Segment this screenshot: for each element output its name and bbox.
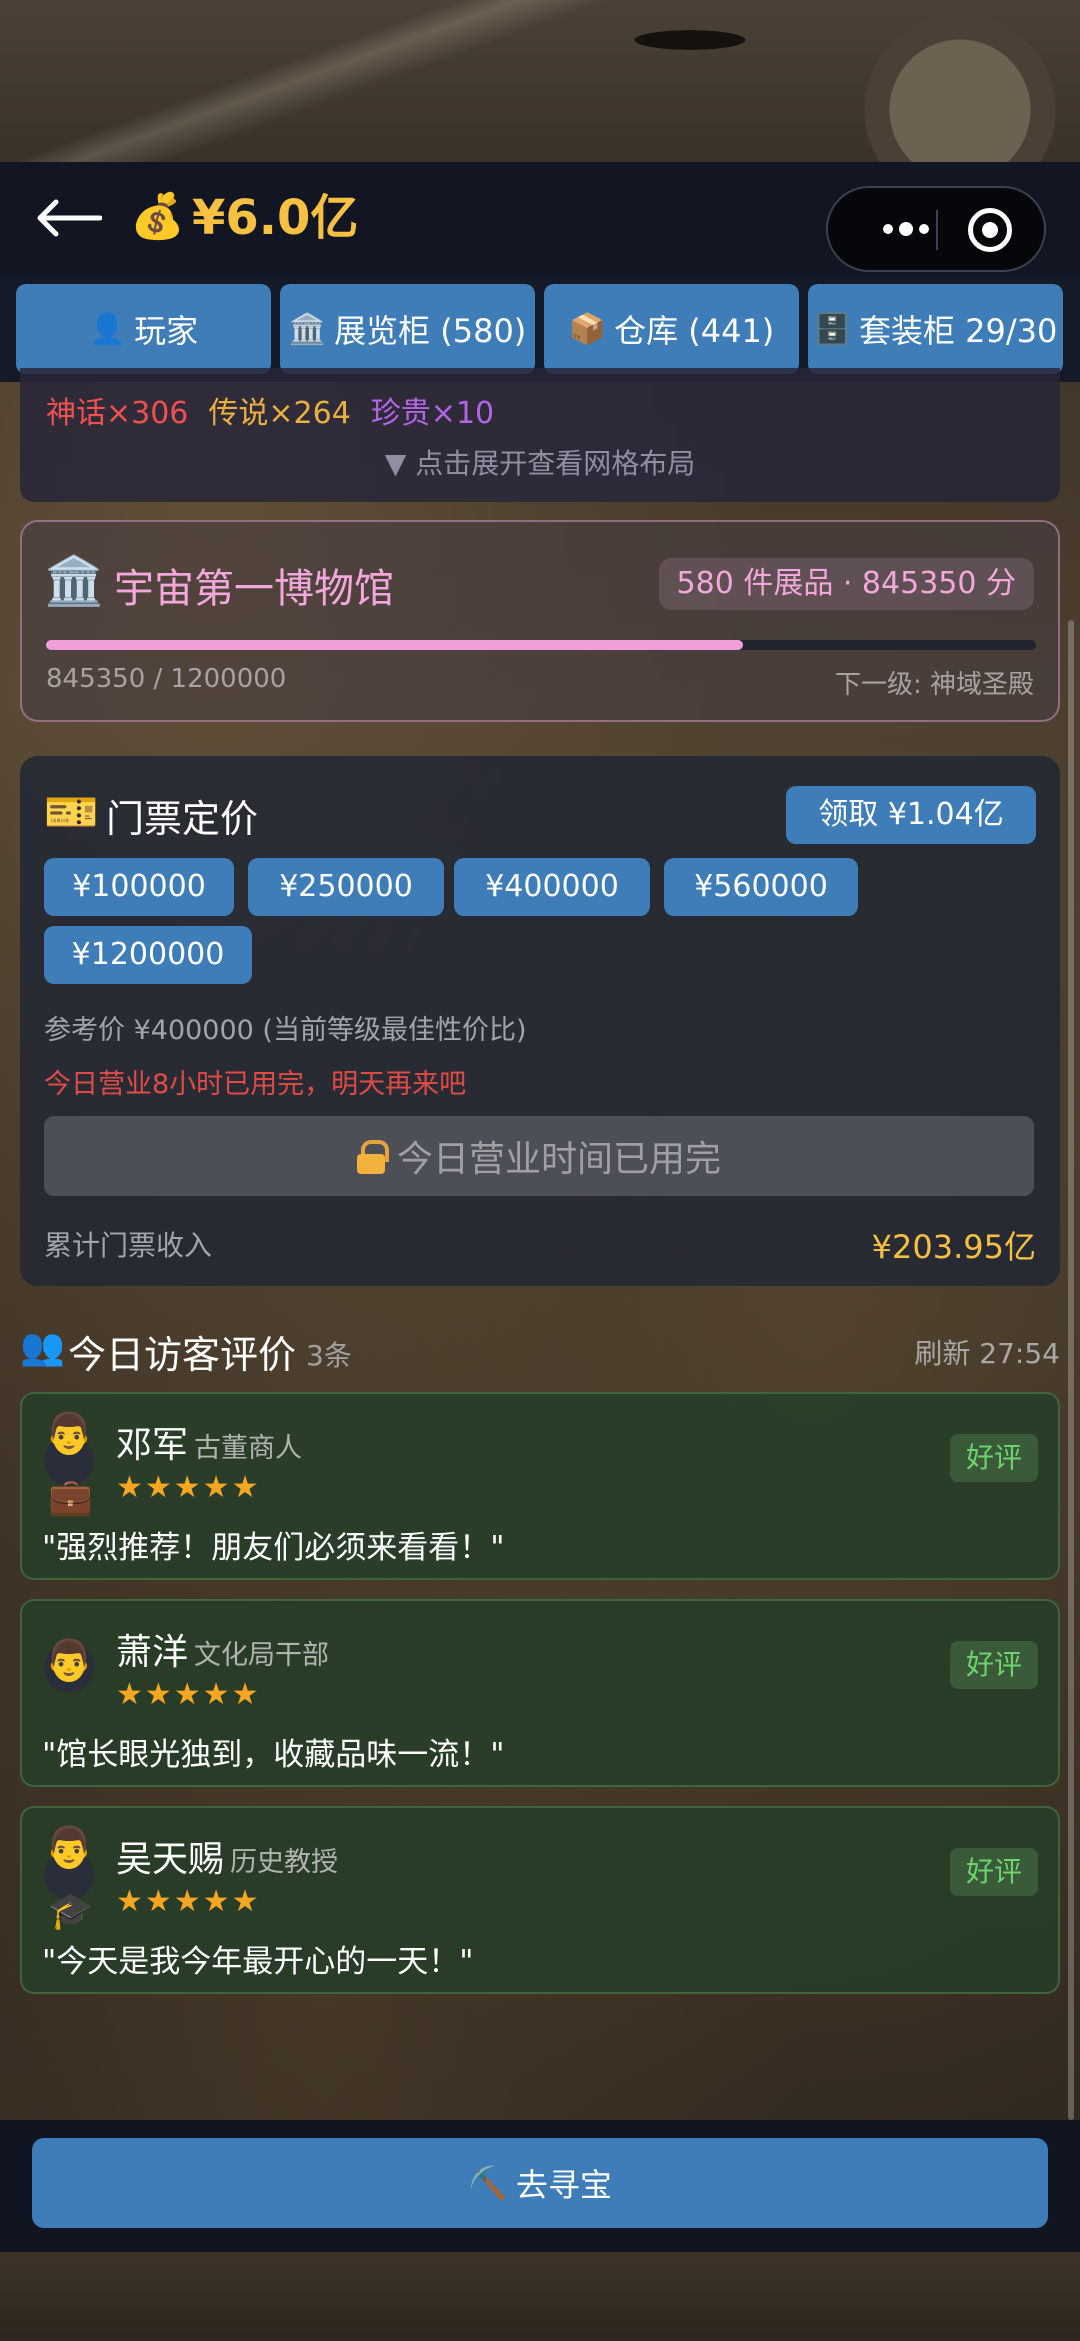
background-photo-bottom bbox=[0, 2252, 1080, 2341]
visitors-icon: 👥 bbox=[20, 1327, 65, 1368]
bottom-action-bar: ⛏️ 去寻宝 bbox=[0, 2120, 1080, 2252]
review-card: 👨 🎓 吴天赐 历史教授 ★★★★★ 好评 "今天是我今年最开心的一天！" bbox=[20, 1806, 1060, 1994]
revenue-label: 累计门票收入 bbox=[44, 1229, 213, 1262]
refresh-timer: 刷新 27:54 bbox=[914, 1337, 1060, 1370]
level-progress-fill bbox=[46, 640, 743, 650]
person-icon: 👨 bbox=[44, 1411, 94, 1457]
expand-grid-hint[interactable]: ▼ 点击展开查看网格布局 bbox=[20, 442, 1060, 482]
reviewer-role: 古董商人 bbox=[194, 1433, 302, 1464]
review-text: "强烈推荐！朋友们必须来看看！" bbox=[42, 1530, 505, 1566]
tab-showcase[interactable]: 🏛️ 展览柜 (580) bbox=[280, 284, 535, 374]
tab-label: 套装柜 29/30 bbox=[858, 312, 1058, 350]
tab-set-cabinet[interactable]: 🗄️ 套装柜 29/30 bbox=[808, 284, 1063, 374]
person-icon: 👨 bbox=[44, 1825, 94, 1871]
review-card: 👨 💼 邓军 古董商人 ★★★★★ 好评 "强烈推荐！朋友们必须来看看！" bbox=[20, 1392, 1060, 1580]
go-treasure-hunt-button[interactable]: ⛏️ 去寻宝 bbox=[32, 2138, 1048, 2228]
background-photo-top bbox=[0, 0, 1080, 162]
balance-amount: ¥6.0亿 bbox=[192, 190, 359, 246]
star-rating: ★★★★★ bbox=[116, 1470, 261, 1505]
closed-label: 今日营业时间已用完 bbox=[396, 1139, 721, 1180]
review-text: "馆长眼光独到，收藏品味一流！" bbox=[42, 1737, 505, 1773]
rare-count: 珍贵×10 bbox=[370, 396, 495, 431]
price-option-button[interactable]: ¥560000 bbox=[664, 858, 858, 916]
ticket-pricing-card: 🎫 门票定价 领取 ¥1.04亿 ¥100000 ¥250000 ¥400000… bbox=[20, 756, 1060, 1286]
tab-player[interactable]: 👤 玩家 bbox=[16, 284, 271, 374]
capsule-divider bbox=[936, 210, 938, 250]
user-icon: 👤 bbox=[88, 311, 127, 347]
reviews-header: 👥 今日访客评价 3条 刷新 27:54 bbox=[20, 1320, 1060, 1377]
myth-count: 神话×306 bbox=[46, 396, 189, 431]
more-options-icon[interactable] bbox=[856, 188, 956, 270]
collection-summary-card[interactable]: 神话×306 传说×264 珍贵×10 ▼ 点击展开查看网格布局 bbox=[20, 368, 1060, 502]
reviews-count: 3条 bbox=[306, 1339, 352, 1372]
price-option-button[interactable]: ¥1200000 bbox=[44, 926, 252, 984]
positive-review-badge: 好评 bbox=[950, 1641, 1038, 1689]
price-option-button[interactable]: ¥250000 bbox=[248, 858, 444, 916]
price-option-button[interactable]: ¥400000 bbox=[454, 858, 650, 916]
app-header: 💰 ¥6.0亿 bbox=[0, 162, 1080, 276]
museum-title: 宇宙第一博物馆 bbox=[114, 566, 394, 612]
revenue-value: ¥203.95亿 bbox=[871, 1228, 1036, 1266]
miniprogram-capsule bbox=[826, 186, 1046, 272]
cabinet-icon: 🗄️ bbox=[813, 311, 851, 347]
lock-icon bbox=[356, 1140, 389, 1174]
positive-review-badge: 好评 bbox=[950, 1848, 1038, 1896]
avatar: 👨 🎓 bbox=[36, 1824, 96, 1934]
review-card: 👨 萧洋 文化局干部 ★★★★★ 好评 "馆长眼光独到，收藏品味一流！" bbox=[20, 1599, 1060, 1787]
avatar: 👨 bbox=[36, 1617, 96, 1727]
scrollbar[interactable] bbox=[1068, 620, 1074, 2120]
money-bag-icon: 💰 bbox=[130, 191, 185, 242]
close-miniprogram-icon[interactable] bbox=[968, 208, 1012, 252]
star-rating: ★★★★★ bbox=[116, 1677, 261, 1712]
reviewer-name: 吴天赐 bbox=[116, 1839, 225, 1880]
star-rating: ★★★★★ bbox=[116, 1884, 261, 1919]
back-arrow-icon[interactable] bbox=[34, 198, 102, 238]
tab-bar: 👤 玩家 🏛️ 展览柜 (580) 📦 仓库 (441) 🗄️ 套装柜 29/3… bbox=[0, 276, 1080, 382]
tab-label: 玩家 bbox=[134, 312, 199, 350]
graduation-cap-icon: 🎓 bbox=[48, 1891, 93, 1932]
level-progress-text: 845350 / 1200000 bbox=[46, 664, 287, 694]
price-option-button[interactable]: ¥100000 bbox=[44, 858, 234, 916]
legend-count: 传说×264 bbox=[208, 396, 351, 431]
treasure-button-label: 去寻宝 bbox=[515, 2166, 612, 2204]
tab-label: 展览柜 (580) bbox=[334, 312, 527, 350]
exhibit-score-badge: 580 件展品 · 845350 分 bbox=[658, 558, 1034, 610]
reviewer-role: 文化局干部 bbox=[194, 1640, 329, 1671]
positive-review-badge: 好评 bbox=[950, 1434, 1038, 1482]
level-progress-bar bbox=[46, 640, 1036, 650]
business-closed-button[interactable]: 今日营业时间已用完 bbox=[44, 1116, 1034, 1196]
museum-icon: 🏛️ bbox=[288, 311, 327, 347]
ticket-title: 门票定价 bbox=[106, 797, 259, 841]
reviewer-role: 历史教授 bbox=[230, 1847, 338, 1878]
review-text: "今天是我今年最开心的一天！" bbox=[42, 1944, 474, 1980]
person-icon: 👨 bbox=[44, 1638, 94, 1684]
reviews-title: 今日访客评价 bbox=[68, 1333, 297, 1377]
rarity-counts: 神话×306 传说×264 珍贵×10 bbox=[46, 388, 494, 432]
next-level-label: 下一级: 神域圣殿 bbox=[834, 670, 1034, 700]
museum-icon: 🏛️ bbox=[44, 553, 104, 609]
tab-label: 仓库 (441) bbox=[614, 312, 775, 350]
claim-revenue-button[interactable]: 领取 ¥1.04亿 bbox=[786, 786, 1036, 844]
tab-warehouse[interactable]: 📦 仓库 (441) bbox=[544, 284, 799, 374]
briefcase-icon: 💼 bbox=[48, 1477, 93, 1518]
package-icon: 📦 bbox=[568, 311, 607, 347]
pickaxe-icon: ⛏️ bbox=[468, 2164, 508, 2202]
avatar: 👨 💼 bbox=[36, 1410, 96, 1520]
museum-level-card: 🏛️ 宇宙第一博物馆 580 件展品 · 845350 分 845350 / 1… bbox=[20, 520, 1060, 722]
ticket-icon: 🎫 bbox=[44, 787, 99, 838]
hours-used-warning: 今日营业8小时已用完，明天再来吧 bbox=[44, 1069, 467, 1100]
reviewer-name: 萧洋 bbox=[116, 1632, 189, 1673]
reference-price: 参考价 ¥400000 (当前等级最佳性价比) bbox=[44, 1015, 527, 1046]
reviewer-name: 邓军 bbox=[116, 1425, 189, 1466]
